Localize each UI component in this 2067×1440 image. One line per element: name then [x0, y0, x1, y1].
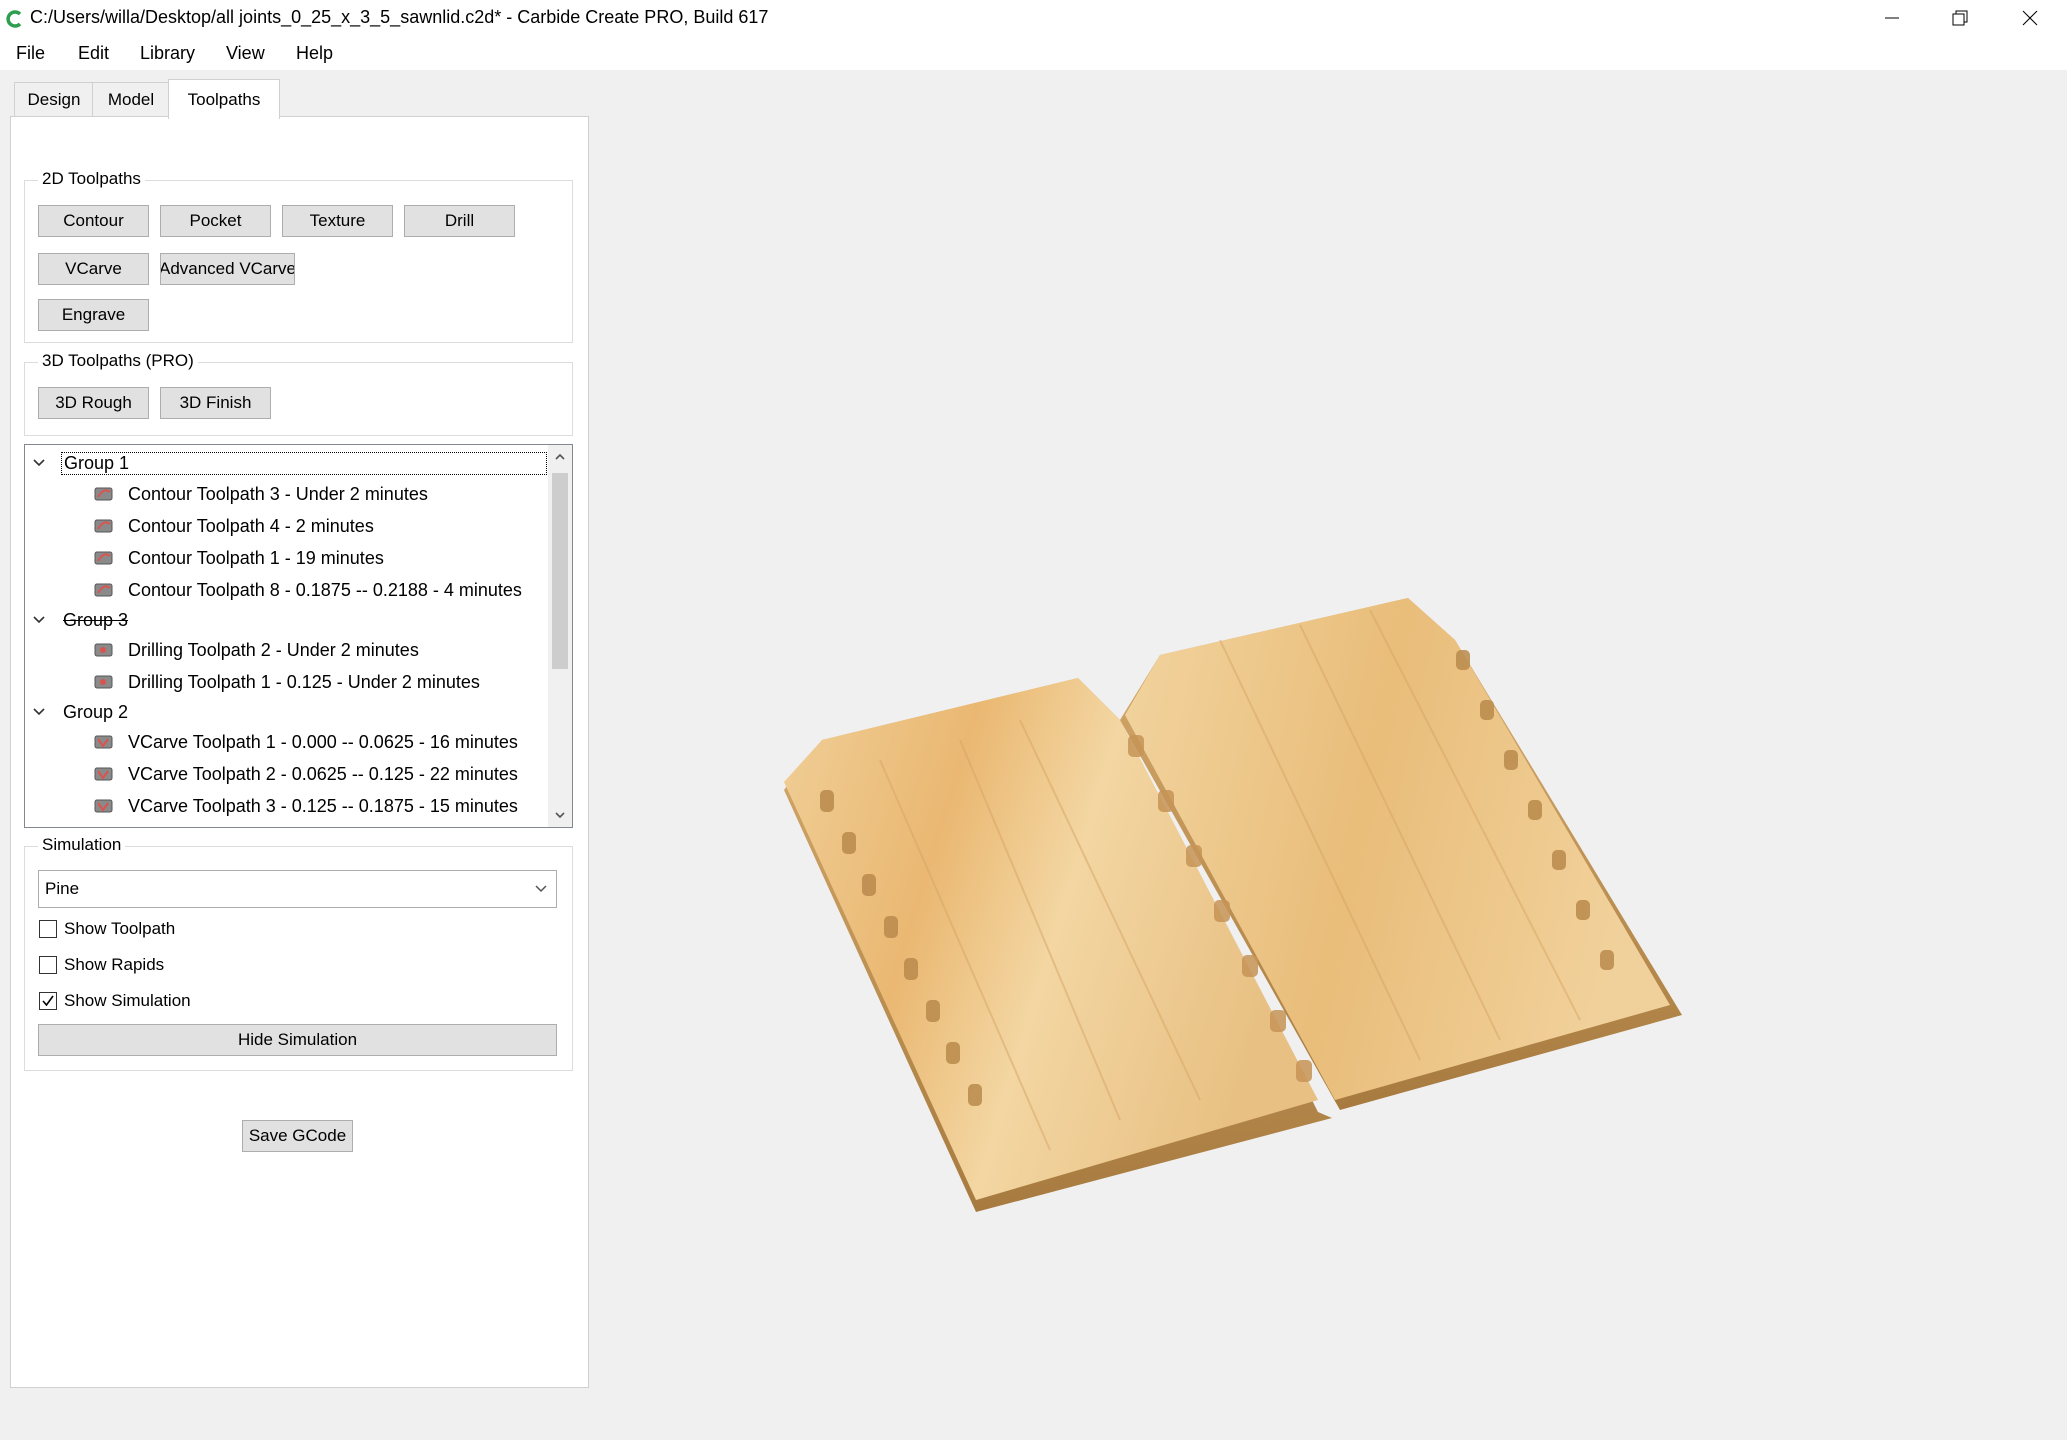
carbide-logo-icon — [6, 10, 22, 28]
toolpath-item[interactable]: VCarve Toolpath 2 - 0.0625 -- 0.125 - 22… — [25, 759, 545, 789]
tab-model[interactable]: Model — [92, 82, 170, 117]
toolpath-item[interactable]: Contour Toolpath 4 - 2 minutes — [25, 511, 545, 541]
3d-finish-button[interactable]: 3D Finish — [160, 387, 271, 419]
show-toolpath-checkbox[interactable] — [39, 920, 57, 938]
drill-button[interactable]: Drill — [404, 205, 515, 237]
title-bar: C:/Users/willa/Desktop/all joints_0_25_x… — [0, 0, 2067, 36]
show-simulation-label: Show Simulation — [64, 991, 191, 1010]
menu-file[interactable]: File — [12, 41, 49, 66]
menu-view[interactable]: View — [222, 41, 269, 66]
tree-group[interactable]: Group 3 — [25, 605, 545, 635]
toolpath-label: Drilling Toolpath 1 - 0.125 - Under 2 mi… — [128, 671, 480, 692]
toolpath-label: Contour Toolpath 3 - Under 2 minutes — [128, 483, 428, 504]
contour-button[interactable]: Contour — [38, 205, 149, 237]
close-button[interactable] — [2000, 0, 2060, 36]
toolpath-item[interactable]: VCarve Toolpath 3 - 0.125 -- 0.1875 - 15… — [25, 791, 545, 821]
tab-toolpaths[interactable]: Toolpaths — [168, 79, 280, 119]
engrave-button[interactable]: Engrave — [38, 299, 149, 331]
texture-button[interactable]: Texture — [282, 205, 393, 237]
contour-toolpath-icon — [94, 551, 113, 565]
toolpath-label: VCarve Toolpath 1 - 0.000 -- 0.0625 - 16… — [128, 731, 518, 752]
toolpath-item[interactable]: VCarve Toolpath 1 - 0.000 -- 0.0625 - 16… — [25, 727, 545, 757]
material-value: Pine — [45, 879, 80, 898]
toolpath-label: VCarve Toolpath 3 - 0.125 -- 0.1875 - 15… — [128, 795, 518, 816]
scroll-up-icon[interactable] — [554, 451, 566, 463]
pocket-button[interactable]: Pocket — [160, 205, 271, 237]
vcarve-toolpath-icon — [94, 767, 113, 781]
restore-icon — [1952, 10, 1968, 26]
hide-simulation-button[interactable]: Hide Simulation — [38, 1024, 557, 1056]
material-select[interactable]: Pine — [38, 870, 557, 908]
simulation-title: Simulation — [38, 835, 126, 855]
toolpath-item[interactable]: Contour Toolpath 8 - 0.1875 -- 0.2188 - … — [25, 575, 545, 605]
show-rapids-label: Show Rapids — [64, 955, 165, 974]
restore-button[interactable] — [1930, 0, 1990, 36]
chevron-down-icon — [535, 885, 547, 893]
toolpath-label: VCarve Toolpath 2 - 0.0625 -- 0.125 - 22… — [128, 763, 518, 784]
tree-group[interactable]: Group 1 — [25, 448, 547, 478]
minimize-icon — [1885, 17, 1899, 19]
vcarve-toolpath-icon — [94, 799, 113, 813]
toolpath-item[interactable]: Contour Toolpath 1 - 19 minutes — [25, 543, 545, 573]
contour-toolpath-icon — [94, 583, 113, 597]
menu-help[interactable]: Help — [292, 41, 337, 66]
wood-board-3d — [784, 598, 1682, 1212]
menu-edit[interactable]: Edit — [74, 41, 113, 66]
toolpath-tree[interactable]: Group 1 Contour Toolpath 3 - Under 2 min… — [24, 444, 573, 828]
advanced-vcarve-button[interactable]: Advanced VCarve — [160, 253, 295, 285]
chevron-down-icon[interactable] — [31, 455, 47, 471]
drill-toolpath-icon — [94, 643, 113, 657]
close-icon — [2022, 10, 2038, 26]
vcarve-toolpath-icon — [94, 735, 113, 749]
toolpath-item[interactable]: Contour Toolpath 3 - Under 2 minutes — [25, 479, 545, 509]
contour-toolpath-icon — [94, 519, 113, 533]
toolpath-label: Drilling Toolpath 2 - Under 2 minutes — [128, 639, 419, 660]
window-title: C:/Users/willa/Desktop/all joints_0_25_x… — [30, 7, 769, 27]
tab-design[interactable]: Design — [14, 82, 94, 117]
tree-group[interactable]: Group 2 — [25, 697, 545, 727]
minimize-button[interactable] — [1862, 0, 1922, 36]
scroll-thumb[interactable] — [552, 473, 568, 669]
show-rapids-checkbox[interactable] — [39, 956, 57, 974]
chevron-down-icon[interactable] — [31, 704, 47, 720]
toolpath-item[interactable]: Drilling Toolpath 1 - 0.125 - Under 2 mi… — [25, 667, 545, 697]
contour-toolpath-icon — [94, 487, 113, 501]
group-label: Group 2 — [63, 701, 129, 722]
menu-library[interactable]: Library — [136, 41, 199, 66]
menu-bar: File Edit Library View Help — [0, 36, 2067, 70]
group-2d-title: 2D Toolpaths — [38, 169, 145, 189]
tree-scrollbar[interactable] — [548, 445, 572, 827]
toolpath-label: Contour Toolpath 8 - 0.1875 -- 0.2188 - … — [128, 579, 522, 600]
save-gcode-button[interactable]: Save GCode — [242, 1120, 353, 1152]
group-label: Group 3 — [63, 609, 129, 630]
drill-toolpath-icon — [94, 675, 113, 689]
toolpath-item[interactable]: Drilling Toolpath 2 - Under 2 minutes — [25, 635, 545, 665]
checkmark-icon — [42, 995, 54, 1007]
show-toolpath-label: Show Toolpath — [64, 919, 176, 938]
simulation-viewport[interactable] — [590, 70, 2067, 1440]
show-simulation-checkbox[interactable] — [39, 992, 57, 1010]
3d-rough-button[interactable]: 3D Rough — [38, 387, 149, 419]
toolpath-label: Contour Toolpath 1 - 19 minutes — [128, 547, 384, 568]
toolpath-label: Contour Toolpath 4 - 2 minutes — [128, 515, 374, 536]
scroll-down-icon[interactable] — [554, 809, 566, 821]
vcarve-button[interactable]: VCarve — [38, 253, 149, 285]
group-3d-title: 3D Toolpaths (PRO) — [38, 351, 198, 371]
group-label: Group 1 — [61, 451, 547, 475]
chevron-down-icon[interactable] — [31, 612, 47, 628]
